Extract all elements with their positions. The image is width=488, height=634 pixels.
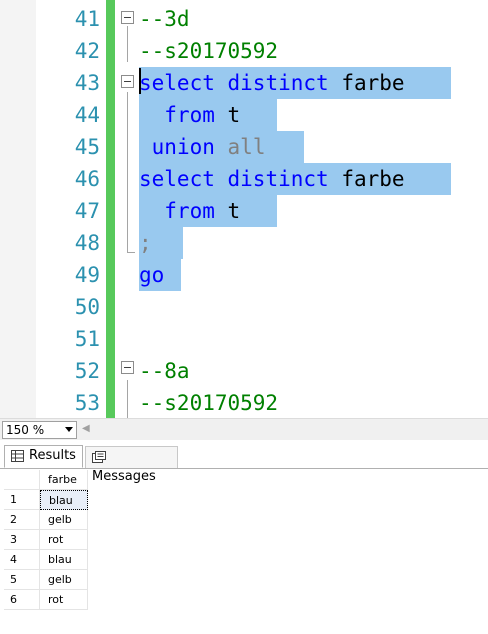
line-number: 42 — [74, 39, 100, 63]
outline-guide — [127, 92, 128, 252]
tab-results-label: Results — [29, 448, 76, 463]
text-caret — [139, 68, 141, 94]
line-number: 49 — [74, 263, 100, 287]
sql-keyword: distinct — [227, 71, 329, 95]
editor-status-bar: 150 % ◀ — [0, 418, 488, 440]
sql-comment: --3d — [139, 7, 190, 31]
code-line[interactable]: ; — [139, 227, 152, 259]
zoom-dropdown[interactable]: 150 % — [2, 421, 77, 439]
line-number: 50 — [74, 295, 100, 319]
code-line[interactable]: --3d — [139, 3, 190, 35]
grid-corner-cell[interactable] — [4, 470, 40, 490]
editor-margin — [0, 0, 36, 418]
sql-operator: ; — [139, 231, 152, 255]
sql-comment: --8a — [139, 359, 190, 383]
sql-identifier — [215, 167, 228, 191]
code-line[interactable]: --8a — [139, 355, 190, 387]
row-number[interactable]: 6 — [4, 590, 40, 610]
sql-identifier: farbe — [328, 167, 405, 191]
grid-icon — [11, 449, 24, 462]
line-number: 43 — [74, 71, 100, 95]
code-line[interactable]: --s20170592 — [139, 35, 278, 67]
outline-guide-end — [127, 252, 135, 253]
line-numbers: 41 42 43 44 45 46 47 48 49 50 51 52 53 — [36, 0, 102, 418]
row-number[interactable]: 5 — [4, 570, 40, 590]
sql-identifier — [139, 103, 164, 127]
row-number[interactable]: 2 — [4, 510, 40, 530]
code-line[interactable]: go — [139, 259, 164, 291]
line-number: 46 — [74, 167, 100, 191]
outline-guide — [127, 380, 128, 418]
sql-keyword: go — [139, 263, 165, 287]
sql-identifier: t — [214, 199, 241, 223]
table-cell[interactable]: rot — [40, 530, 88, 550]
results-panel: Results Messages farbe 1 blau 2 gelb 3 rot 4 bl… — [0, 440, 488, 634]
sql-identifier — [215, 71, 228, 95]
sql-keyword: from — [164, 103, 215, 127]
code-line[interactable]: --s20170592 — [139, 387, 278, 418]
messages-icon — [92, 450, 106, 463]
line-number: 48 — [74, 231, 100, 255]
sql-keyword: union — [151, 135, 215, 159]
tab-messages[interactable]: Messages — [85, 446, 178, 484]
line-number: 45 — [74, 135, 100, 159]
sql-identifier: t — [214, 103, 241, 127]
table-cell[interactable]: blau — [40, 550, 88, 570]
sql-operator: all — [227, 135, 266, 159]
collapse-region-icon[interactable] — [121, 361, 134, 374]
line-number: 41 — [74, 7, 100, 31]
sql-comment: --s20170592 — [139, 39, 279, 63]
code-line[interactable]: from t — [139, 99, 240, 131]
sql-keyword: select — [139, 167, 215, 191]
code-line[interactable]: from t — [139, 195, 240, 227]
scroll-left-arrow-icon[interactable]: ◀ — [82, 423, 90, 434]
column-header[interactable]: farbe — [40, 470, 88, 490]
sql-identifier — [215, 135, 228, 159]
table-cell[interactable]: blau — [40, 490, 88, 510]
sql-keyword: from — [164, 199, 215, 223]
collapse-region-icon[interactable] — [121, 11, 134, 24]
chevron-down-icon — [65, 427, 73, 432]
outline-guide — [127, 26, 128, 62]
code-line[interactable]: select distinct farbe — [139, 163, 405, 195]
tab-results[interactable]: Results — [4, 445, 83, 468]
sql-keyword: distinct — [227, 167, 329, 191]
table-cell[interactable]: rot — [40, 590, 88, 610]
change-tracking-bar — [106, 0, 115, 418]
results-tabs: Results Messages — [0, 442, 488, 484]
line-number: 52 — [74, 359, 100, 383]
table-cell[interactable]: gelb — [40, 510, 88, 530]
query-editor[interactable]: 41 42 43 44 45 46 47 48 49 50 51 52 53 --3d --s201705… — [0, 0, 488, 418]
sql-keyword: select — [139, 71, 215, 95]
code-line[interactable]: union all — [139, 131, 266, 163]
line-number: 51 — [74, 327, 100, 351]
collapse-region-icon[interactable] — [121, 75, 134, 88]
horizontal-scrollbar[interactable] — [94, 419, 488, 440]
zoom-level: 150 % — [6, 423, 45, 437]
sql-identifier — [139, 199, 164, 223]
table-cell[interactable]: gelb — [40, 570, 88, 590]
row-number[interactable]: 4 — [4, 550, 40, 570]
sql-identifier — [139, 135, 152, 159]
sql-comment: --s20170592 — [139, 391, 279, 415]
sql-identifier: farbe — [328, 71, 405, 95]
line-number: 44 — [74, 103, 100, 127]
code-line[interactable]: select distinct farbe — [139, 67, 405, 99]
row-number[interactable]: 1 — [4, 490, 40, 510]
line-number: 53 — [74, 391, 100, 415]
line-number: 47 — [74, 199, 100, 223]
tab-strip-divider — [0, 468, 488, 469]
tab-messages-label: Messages — [92, 469, 156, 484]
row-number[interactable]: 3 — [4, 530, 40, 550]
